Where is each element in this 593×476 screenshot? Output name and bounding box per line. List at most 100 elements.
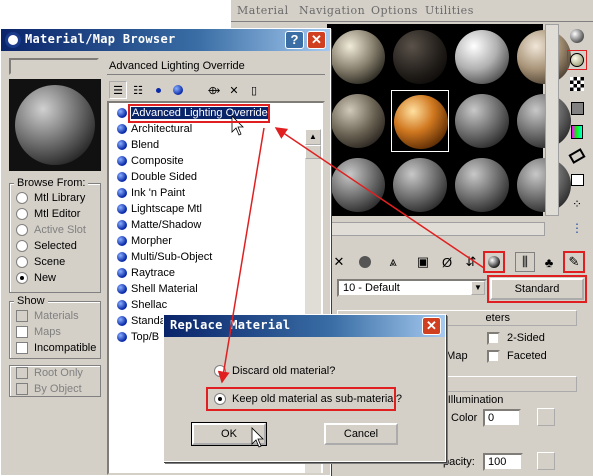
dialog-close-button[interactable]: ✕ xyxy=(422,317,441,335)
material-sphere-icon xyxy=(117,156,127,166)
material-list-item[interactable]: Multi/Sub-Object xyxy=(117,249,212,265)
material-effects-icon[interactable]: ▣ xyxy=(413,252,433,272)
menu-options[interactable]: Options xyxy=(371,4,418,17)
material-name-field[interactable] xyxy=(9,58,99,75)
sample-sphere xyxy=(331,30,385,84)
checkbox-materials[interactable]: Materials xyxy=(16,308,79,324)
material-list-item[interactable]: Morpher xyxy=(117,233,172,249)
menu-navigation[interactable]: Navigation xyxy=(299,4,365,17)
sample-slot-active[interactable] xyxy=(391,90,449,152)
material-sphere-icon xyxy=(117,316,127,326)
scroll-thumb[interactable] xyxy=(305,145,321,159)
go-forward-sibling-icon[interactable]: ♣ xyxy=(539,252,559,272)
material-sphere-icon xyxy=(117,284,127,294)
sample-slot[interactable] xyxy=(329,154,387,216)
material-list-item[interactable]: Top/B xyxy=(117,329,159,345)
assign-material-icon[interactable] xyxy=(355,252,375,272)
checkbox-maps[interactable]: Maps xyxy=(16,324,61,340)
dialog-titlebar[interactable]: Replace Material ✕ xyxy=(164,315,445,337)
options-icon[interactable] xyxy=(567,170,587,190)
sample-slot[interactable] xyxy=(329,26,387,88)
sample-uv-icon[interactable] xyxy=(567,98,587,118)
backlight-icon[interactable] xyxy=(567,50,587,70)
close-x-icon[interactable]: ✕ xyxy=(329,252,349,272)
material-sphere-icon xyxy=(117,140,127,150)
go-to-parent-icon[interactable]: ⫼ xyxy=(515,252,535,272)
material-list-item[interactable]: Blend xyxy=(117,137,159,153)
sample-slot[interactable] xyxy=(453,154,511,216)
material-list-item[interactable]: Architectural xyxy=(117,121,192,137)
show-end-result-icon[interactable]: ⇵ xyxy=(461,252,481,272)
two-sided-label: 2-Sided xyxy=(507,332,545,344)
material-navigator-icon[interactable]: ⋮ xyxy=(567,218,587,238)
view-small-icons-icon[interactable] xyxy=(149,81,167,99)
material-list-item[interactable]: Lightscape Mtl xyxy=(117,201,202,217)
sample-slot[interactable] xyxy=(329,90,387,152)
checkbox-incompatible[interactable]: Incompatible xyxy=(16,340,96,356)
get-material-icon[interactable] xyxy=(483,251,505,273)
material-list-item[interactable]: Composite xyxy=(117,153,184,169)
checkbox-label: Root Only xyxy=(34,367,83,379)
checkbox-label: By Object xyxy=(34,383,82,395)
put-to-library-icon[interactable]: ⩓ xyxy=(383,252,403,272)
cancel-button[interactable]: Cancel xyxy=(324,423,398,445)
opacity-map-button[interactable] xyxy=(537,452,555,470)
sample-slot[interactable] xyxy=(453,90,511,152)
checkbox-by-object[interactable]: By Object xyxy=(16,381,82,397)
browse-from-group: Browse From: Mtl Library Mtl Editor Acti… xyxy=(9,177,101,293)
update-scene-icon[interactable]: ⟴ xyxy=(205,81,223,99)
help-button[interactable]: ? xyxy=(285,31,304,49)
select-by-material-icon[interactable]: ⁘ xyxy=(567,194,587,214)
radio-discard[interactable]: Discard old material? xyxy=(214,365,335,377)
material-list-item[interactable]: Raytrace xyxy=(117,265,175,281)
slots-vertical-scrollbar[interactable] xyxy=(545,24,559,216)
opacity-spinner[interactable]: 100 xyxy=(483,453,523,471)
view-list-icons-icon[interactable]: ☷ xyxy=(129,81,147,99)
checkbox-label: Incompatible xyxy=(34,342,97,354)
radio-button-checked xyxy=(16,272,28,284)
material-list-item[interactable]: Shellac xyxy=(117,297,167,313)
browser-titlebar[interactable]: Material/Map Browser ? ✕ xyxy=(1,29,330,51)
menu-utilities[interactable]: Utilities xyxy=(425,4,474,17)
material-list-item[interactable]: Shell Material xyxy=(117,281,198,297)
radio-new[interactable]: New xyxy=(16,270,56,286)
radio-mtl-library[interactable]: Mtl Library xyxy=(16,190,85,206)
radio-scene[interactable]: Scene xyxy=(16,254,65,270)
view-large-icons-icon[interactable] xyxy=(169,81,187,99)
material-sphere-icon xyxy=(117,172,127,182)
material-list-item[interactable]: Double Sided xyxy=(117,169,197,185)
make-preview-icon[interactable] xyxy=(567,146,587,166)
radio-active-slot[interactable]: Active Slot xyxy=(16,222,86,238)
menu-material[interactable]: Material xyxy=(237,4,289,17)
clear-library-icon[interactable]: ▯ xyxy=(245,81,263,99)
radio-mtl-editor[interactable]: Mtl Editor xyxy=(16,206,80,222)
material-list-item[interactable]: Matte/Shadow xyxy=(117,217,201,233)
two-sided-checkbox[interactable] xyxy=(487,332,500,345)
checkbox-root-only[interactable]: Root Only xyxy=(16,365,83,381)
material-name-dropdown[interactable]: 10 - Default ▼ xyxy=(337,279,487,297)
scroll-up-icon[interactable]: ▲ xyxy=(305,129,321,145)
radio-button xyxy=(16,224,28,236)
material-list-item[interactable]: Standa xyxy=(117,313,166,329)
color-spinner[interactable]: 0 xyxy=(483,409,521,427)
radio-selected[interactable]: Selected xyxy=(16,238,77,254)
material-sphere-icon xyxy=(117,108,127,118)
sample-slot[interactable] xyxy=(453,26,511,88)
slots-horizontal-scrollbar[interactable] xyxy=(327,222,545,236)
video-color-icon[interactable] xyxy=(567,122,587,142)
material-list-item[interactable]: Ink 'n Paint xyxy=(117,185,185,201)
show-map-icon[interactable]: Ø xyxy=(437,252,457,272)
radio-label: Mtl Editor xyxy=(34,208,81,220)
sample-type-icon[interactable] xyxy=(567,26,587,46)
close-button[interactable]: ✕ xyxy=(307,31,326,49)
pick-material-icon[interactable]: ✎ xyxy=(563,251,585,273)
delete-icon[interactable]: ✕ xyxy=(225,81,243,99)
view-list-icon[interactable]: ☰ xyxy=(109,81,127,99)
preview-sphere xyxy=(15,85,95,165)
sample-slot[interactable] xyxy=(391,26,449,88)
color-map-button[interactable] xyxy=(537,408,555,426)
ok-button[interactable]: OK xyxy=(191,422,267,446)
faceted-checkbox[interactable] xyxy=(487,350,500,363)
background-checker-icon[interactable] xyxy=(567,74,587,94)
sample-slot[interactable] xyxy=(391,154,449,216)
